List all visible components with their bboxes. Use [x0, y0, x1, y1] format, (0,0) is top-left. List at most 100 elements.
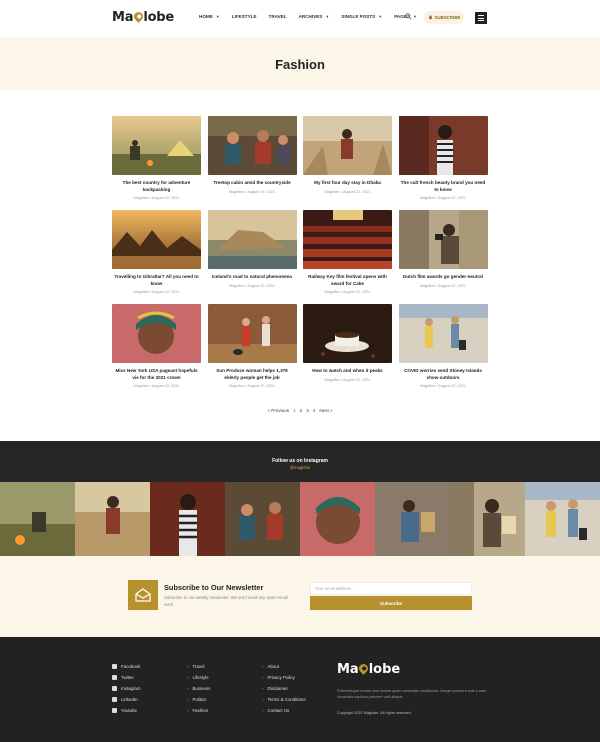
instagram-photo[interactable]: [0, 482, 75, 556]
footer-link-category[interactable]: › Politics: [187, 694, 210, 705]
nav-item-lifestyle[interactable]: Lifestyle: [232, 14, 257, 19]
post-thumbnail[interactable]: [398, 210, 488, 269]
footer-link-category[interactable]: › Fashion: [187, 705, 210, 716]
post-thumbnail[interactable]: [398, 304, 488, 363]
post-title[interactable]: My first four day stay in Dhaka: [303, 180, 392, 187]
post-thumbnail[interactable]: [398, 116, 488, 175]
post-card[interactable]: Dutch film awards go gender-neutral Magn…: [398, 210, 488, 288]
email-placeholder: Your email address...: [315, 586, 355, 591]
instagram-photo[interactable]: [225, 482, 300, 556]
post-card[interactable]: How to watch and when it peaks Magnitex …: [303, 304, 392, 382]
post-card[interactable]: Travelling to Gibraltar? All you need to…: [112, 210, 201, 294]
post-meta: Magnitex / August 22, 2021: [324, 377, 371, 382]
post-title[interactable]: Railway Key film festival opens with awa…: [303, 274, 392, 287]
post-meta: Magnitex / August 22, 2021: [133, 384, 180, 389]
logo-prefix: Ma: [112, 10, 134, 25]
footer-link-label: LinkedIn: [121, 697, 138, 702]
footer-logo[interactable]: Ma lobe: [337, 662, 400, 677]
nav-item-single-posts[interactable]: Single Posts ▼: [341, 14, 382, 19]
post-card[interactable]: COVID worries send Stoney Islands show o…: [398, 304, 488, 388]
nav-item-home[interactable]: Home ▼: [199, 14, 220, 19]
post-thumbnail[interactable]: [207, 304, 297, 363]
site-header: Ma lobe Home ▼ Lifestyle Travel Archives ▼…: [0, 0, 600, 37]
footer-link-category[interactable]: › Travel: [187, 661, 210, 672]
footer-link-category[interactable]: › Lifestyle: [187, 672, 210, 683]
footer-link-label: Lifestyle: [192, 675, 209, 680]
post-card[interactable]: The best country for adventure backpacki…: [112, 116, 201, 200]
footer-category-links: › Travel › Lifestyle › Business › Politics ›…: [187, 661, 210, 716]
search-icon[interactable]: [405, 13, 412, 22]
instagram-photo[interactable]: [525, 482, 600, 556]
footer-link-label: Facebook: [121, 664, 141, 669]
footer-link-page[interactable]: › Terms & Conditions: [262, 694, 306, 705]
nav-item-travel[interactable]: Travel: [269, 14, 287, 19]
post-title[interactable]: COVID worries send Stoney Islands show o…: [399, 368, 488, 381]
post-card[interactable]: Sun Produce woman helps 1,379 elderly pe…: [207, 304, 297, 388]
subscribe-button[interactable]: Subscribe: [424, 11, 464, 24]
post-card[interactable]: The cult french beauty brand you need to…: [398, 116, 488, 200]
linkedin-icon: [112, 697, 117, 702]
footer-link-page[interactable]: › Disclaimer: [262, 683, 306, 694]
instagram-photo[interactable]: [75, 482, 150, 556]
post-meta: Magnitex / August 22, 2021: [133, 290, 180, 295]
page-title-band: Fashion: [0, 37, 600, 90]
post-card[interactable]: Iceland's road to natural phenomena Magn…: [207, 210, 297, 288]
post-title[interactable]: The cult french beauty brand you need to…: [399, 180, 488, 193]
instagram-photo[interactable]: [300, 482, 375, 556]
post-title[interactable]: How to watch and when it peaks: [303, 368, 392, 375]
instagram-photo[interactable]: [375, 482, 450, 556]
footer-link-label: Twitter: [121, 675, 134, 680]
footer-link-facebook[interactable]: Facebook: [112, 661, 141, 672]
post-title[interactable]: Travelling to Gibraltar? All you need to…: [112, 274, 201, 287]
post-title[interactable]: The best country for adventure backpacki…: [112, 180, 201, 193]
post-thumbnail[interactable]: [303, 116, 392, 175]
post-title[interactable]: Sun Produce woman helps 1,379 elderly pe…: [208, 368, 297, 381]
post-card[interactable]: Railway Key film festival opens with awa…: [303, 210, 392, 294]
post-title[interactable]: Iceland's road to natural phenomena: [208, 274, 297, 281]
footer-link-page[interactable]: › Privacy Policy: [262, 672, 306, 683]
post-card[interactable]: My first four day stay in Dhaka Magnitex…: [303, 116, 392, 194]
post-thumbnail[interactable]: [112, 304, 201, 363]
footer-link-category[interactable]: › Business: [187, 683, 210, 694]
footer-link-page[interactable]: › Contact Us: [262, 705, 306, 716]
newsletter-email-input[interactable]: Your email address...: [310, 582, 472, 595]
post-card[interactable]: Miss New York USA pageant hopefuls vie f…: [112, 304, 201, 388]
footer-link-page[interactable]: › About: [262, 661, 306, 672]
pagination-page[interactable]: 2: [300, 408, 303, 413]
nav-item-archives[interactable]: Archives ▼: [299, 14, 330, 19]
footer-link-label: Disclaimer: [267, 686, 288, 691]
twitter-icon: [112, 675, 117, 680]
pagination-next[interactable]: Next »: [319, 408, 332, 413]
post-thumbnail[interactable]: [207, 116, 297, 175]
post-card[interactable]: Treetop cabin amid the countryside Magni…: [207, 116, 297, 194]
post-title[interactable]: Miss New York USA pageant hopefuls vie f…: [112, 368, 201, 381]
post-title[interactable]: Treetop cabin amid the countryside: [208, 180, 297, 187]
instagram-handle[interactable]: @maglobe: [0, 465, 600, 470]
post-thumbnail[interactable]: [303, 304, 392, 363]
post-thumbnail[interactable]: [207, 210, 297, 269]
pagination-page[interactable]: 4: [313, 408, 316, 413]
newsletter-section: [0, 556, 600, 637]
footer-link-youtube[interactable]: Youtube: [112, 705, 141, 716]
footer-copyright: Copyright 2022 Maglobe. All rights reser…: [337, 711, 412, 715]
post-thumbnail[interactable]: [303, 210, 392, 269]
site-logo[interactable]: Ma lobe: [112, 10, 174, 25]
post-thumbnail[interactable]: [112, 116, 201, 175]
logo-suffix: lobe: [368, 662, 401, 677]
newsletter-subscribe-button[interactable]: Subscribe: [310, 596, 472, 610]
pagination-prev[interactable]: « Previous: [267, 408, 289, 413]
pagination-page[interactable]: 1: [293, 408, 296, 413]
instagram-photo[interactable]: [150, 482, 225, 556]
nav-label: Archives: [298, 14, 323, 19]
hamburger-menu-icon[interactable]: [475, 12, 487, 24]
footer-link-linkedin[interactable]: LinkedIn: [112, 694, 141, 705]
instagram-photo[interactable]: [450, 482, 525, 556]
main-nav: Home ▼ Lifestyle Travel Archives ▼ Single …: [199, 14, 429, 19]
chevron-down-icon: ▼: [215, 14, 220, 19]
footer-link-label: Contact Us: [267, 708, 290, 713]
pagination-page[interactable]: 3: [306, 408, 309, 413]
footer-link-twitter[interactable]: Twitter: [112, 672, 141, 683]
post-title[interactable]: Dutch film awards go gender-neutral: [399, 274, 488, 281]
footer-link-instagram[interactable]: Instagram: [112, 683, 141, 694]
post-thumbnail[interactable]: [112, 210, 201, 269]
